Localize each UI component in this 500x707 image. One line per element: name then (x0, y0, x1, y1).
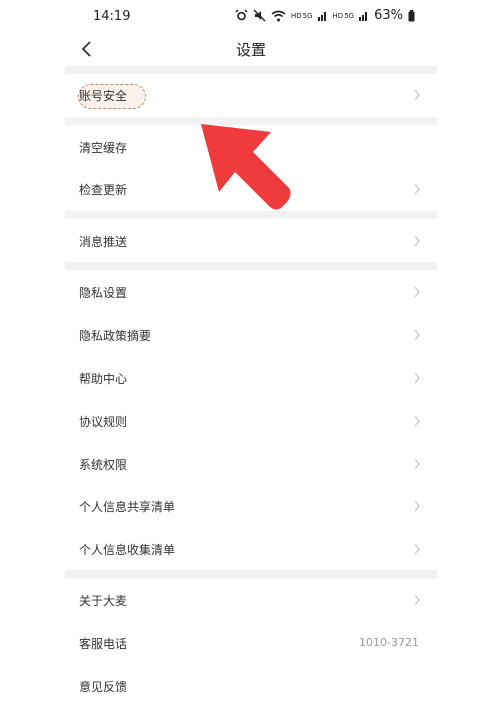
battery-percent: 63% (374, 8, 403, 23)
section-divider (65, 66, 437, 74)
row-label: 个人信息共享清单 (79, 500, 176, 514)
account-security-wrap: 账号安全 (78, 84, 146, 109)
annotation-arrow-icon (201, 124, 291, 210)
row-info-sharing-list[interactable]: 个人信息共享清单 (65, 485, 437, 527)
signal-icon (359, 12, 368, 21)
row-label: 帮助中心 (79, 372, 128, 386)
chevron-right-icon (414, 415, 420, 427)
network-type-2: 5G (344, 11, 355, 20)
section-divider (65, 262, 437, 270)
row-help-center[interactable]: 帮助中心 (65, 357, 437, 399)
chevron-right-icon (414, 458, 420, 470)
hd-label-1: HD (291, 11, 302, 20)
section-divider (65, 570, 437, 579)
row-label: 隐私政策摘要 (79, 329, 152, 343)
settings-screen: 14:19 HD 5G HD 5G 63% 设置 账号安全 清空缓存 检查更新 … (65, 0, 437, 694)
row-feedback[interactable]: 意见反馈 (65, 665, 437, 707)
row-info-collection-list[interactable]: 个人信息收集清单 (65, 528, 437, 570)
row-privacy-summary[interactable]: 隐私政策摘要 (65, 314, 437, 356)
row-agreements[interactable]: 协议规则 (65, 400, 437, 442)
chevron-right-icon (414, 286, 420, 298)
status-bar: 14:19 HD 5G HD 5G 63% (65, 0, 437, 34)
hd-label-2: HD (332, 11, 344, 20)
chevron-right-icon (414, 594, 420, 606)
chevron-right-icon (414, 500, 420, 512)
row-push-notifications[interactable]: 消息推送 (65, 220, 437, 262)
chevron-right-icon (414, 372, 420, 384)
chevron-right-icon (414, 329, 420, 341)
status-time: 14:19 (93, 9, 131, 24)
chevron-right-icon (414, 89, 420, 101)
row-label: 清空缓存 (79, 141, 128, 155)
row-label: 协议规则 (79, 415, 128, 429)
row-label: 隐私设置 (79, 286, 128, 300)
network-type-1: 5G (302, 11, 313, 20)
nav-header: 设置 (65, 34, 437, 66)
row-label: 消息推送 (79, 235, 128, 249)
row-label: 账号安全 (79, 89, 128, 103)
row-system-permissions[interactable]: 系统权限 (65, 443, 437, 485)
row-service-phone[interactable]: 客服电话 1010-3721 (65, 622, 437, 664)
row-label: 关于大麦 (79, 594, 128, 608)
status-icons: HD 5G HD 5G 63% (235, 8, 415, 23)
row-label: 意见反馈 (79, 680, 128, 694)
chevron-right-icon (414, 543, 420, 555)
chevron-right-icon (414, 183, 420, 195)
chevron-right-icon (414, 235, 420, 247)
row-privacy-settings[interactable]: 隐私设置 (65, 271, 437, 313)
signal-icon (317, 12, 326, 21)
mute-icon (253, 9, 266, 22)
page-title: 设置 (235, 41, 266, 59)
service-phone-number: 1010-3721 (359, 636, 419, 649)
row-label: 客服电话 (79, 637, 128, 651)
row-label: 个人信息收集清单 (79, 543, 176, 557)
row-label: 系统权限 (79, 458, 128, 472)
row-account-security[interactable]: 账号安全 (65, 74, 437, 116)
battery-icon (408, 9, 415, 21)
wifi-icon (271, 10, 286, 21)
alarm-icon (235, 9, 248, 21)
row-label: 检查更新 (79, 183, 128, 197)
row-about[interactable]: 关于大麦 (65, 579, 437, 621)
